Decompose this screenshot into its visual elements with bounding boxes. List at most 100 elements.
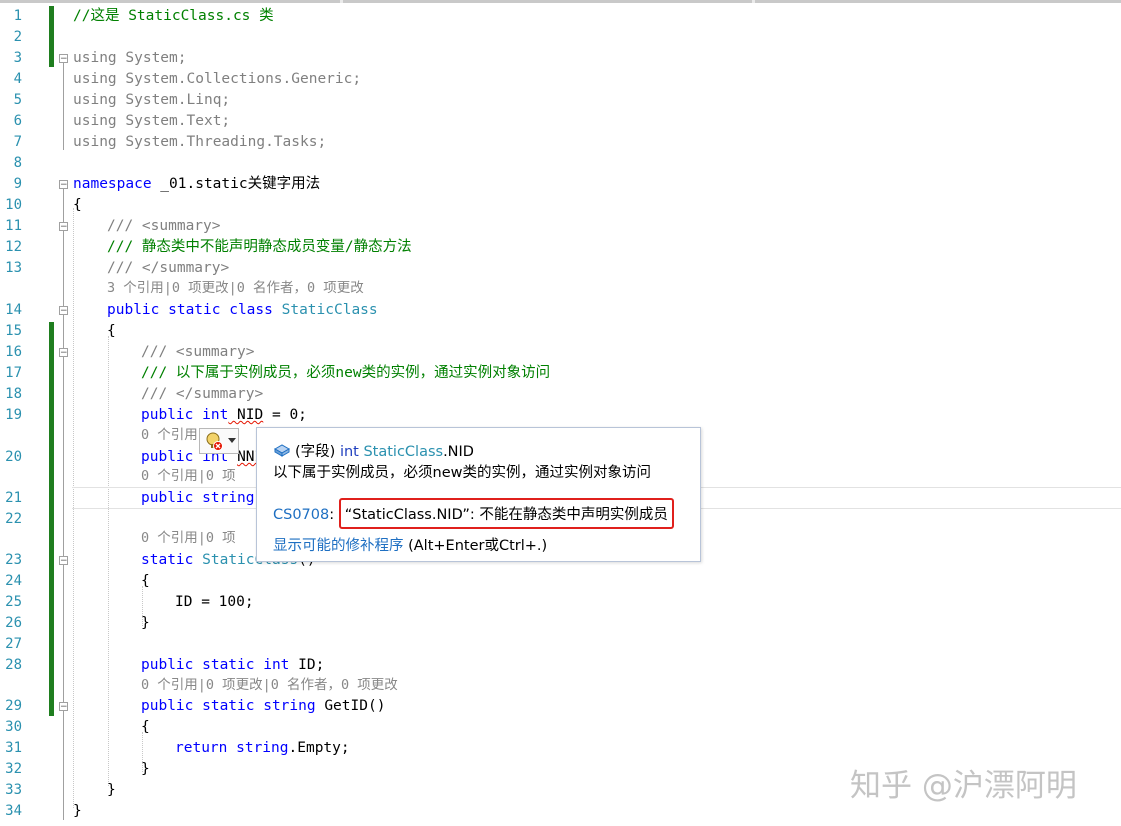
line-number: 19 [5,407,22,423]
collapse-toggle[interactable]: − [59,702,68,712]
code-line-25: ID = 100; [175,592,254,613]
line-number: 22 [5,511,22,527]
namespace-ref: System; [125,50,187,66]
line-number: 20 [5,449,22,465]
symbol-kind: (字段) [295,444,340,460]
keyword: int [202,407,229,423]
brace: { [141,573,150,589]
collapse-toggle[interactable]: − [59,556,68,566]
codelens-references[interactable]: 0 个引用|0 项 [141,466,236,487]
collapse-toggle[interactable]: − [59,180,68,190]
collapse-toggle[interactable]: − [59,54,68,64]
keyword: namespace [73,176,152,192]
brace: { [141,719,150,735]
keyword: using [73,71,117,87]
doc-comment: /// 静态类中不能声明静态成员变量/静态方法 [107,239,412,255]
outline-line [63,188,64,820]
class-name: StaticClass [363,444,444,460]
collapse-toggle[interactable]: − [59,222,68,232]
namespace-ref: System.Linq; [125,92,231,108]
code-text: = 0; [263,407,307,423]
line-number: 15 [5,323,22,339]
line-number: 4 [13,71,22,87]
namespace-ref: System.Text; [125,113,231,129]
keyword: public static int [141,657,299,673]
line-number: 9 [13,176,22,192]
keyword: public static class [107,302,282,318]
code-line-10: { [73,195,82,216]
member-name: .NID [443,444,474,460]
code-line-18: /// </summary> [141,384,263,405]
tab-strip-segment [343,0,752,3]
keyword: public [141,449,194,465]
line-number: 12 [5,239,22,255]
brace: } [141,761,150,777]
line-number: 25 [5,594,22,610]
line-number: 21 [5,490,22,506]
line-number: 30 [5,719,22,735]
code-line-5: using System.Linq; [73,90,230,111]
codelens-references[interactable]: 0 个引用|0 项更改|0 名作者，0 项更改 [141,675,398,696]
codelens-references[interactable]: 0 个引用 [141,425,198,446]
watermark: 知乎 @沪漂阿明 [850,768,1077,804]
tooltip-error: CS0708: “StaticClass.NID”: 不能在静态类中声明实例成员 [273,498,674,529]
change-indicator [49,322,54,716]
line-number: 17 [5,365,22,381]
keyword: using [73,113,117,129]
code-line-34: } [73,801,82,822]
line-number: 32 [5,761,22,777]
code-text: GetID() [324,698,386,714]
fix-shortcut: (Alt+Enter或Ctrl+.) [403,538,548,554]
error-separator: : [329,507,339,523]
namespace-name: _01.static关键字用法 [151,176,321,192]
line-number: 10 [5,197,22,213]
brace: } [141,615,150,631]
field-icon [273,444,291,457]
code-line-30: { [141,717,150,738]
show-fixes-link[interactable]: 显示可能的修补程序 [273,538,404,554]
keyword: public [141,490,194,506]
code-line-4: using System.Collections.Generic; [73,69,361,90]
line-number: 16 [5,344,22,360]
type-keyword: int [339,444,359,460]
error-code-link[interactable]: CS0708 [273,507,329,523]
line-number: 33 [5,782,22,798]
collapse-toggle[interactable]: − [59,348,68,358]
code-line-28: public static int ID; [141,655,324,676]
code-line-21: public string [141,488,255,509]
codelens-references[interactable]: 0 个引用|0 项 [141,528,236,549]
code-line-12: /// 静态类中不能声明静态成员变量/静态方法 [107,237,412,258]
line-number: 2 [13,29,22,45]
code-line-1: //这是 StaticClass.cs 类 [73,6,274,27]
tab-strip-segment [755,0,1121,3]
code-line-15: { [107,321,116,342]
brace: } [73,803,82,819]
line-number: 6 [13,113,22,129]
code-line-33: } [107,780,116,801]
doc-comment: /// <summary> [141,344,255,360]
keyword: return [175,740,228,756]
tab-strip [0,0,1121,3]
line-number: 11 [5,218,22,234]
codelens-references[interactable]: 3 个引用|0 项更改|0 名作者，0 项更改 [107,278,364,299]
line-number: 26 [5,615,22,631]
code-line-19: public int NID = 0; [141,405,307,426]
quick-actions-button[interactable] [199,428,239,454]
keyword: using [73,134,117,150]
code-line-11: /// <summary> [107,216,221,237]
keyword: using [73,50,117,66]
code-line-24: { [141,571,150,592]
code-line-17: /// 以下属于实例成员，必须new类的实例，通过实例对象访问 [141,363,550,384]
code-line-6: using System.Text; [73,111,230,132]
code-line-3: using System; [73,48,187,69]
code-editor[interactable]: 1 2 3 4 5 6 7 8 9 10 11 12 13 14 15 16 1… [0,4,1121,826]
line-number: 13 [5,260,22,276]
field-name-error[interactable]: NID [228,407,263,423]
line-number: 8 [13,155,22,171]
collapse-toggle[interactable]: − [59,306,68,316]
line-number: 27 [5,636,22,652]
brace: } [107,782,116,798]
keyword: public static string [141,698,325,714]
comment: //这是 StaticClass.cs 类 [73,8,274,24]
doc-comment: /// 以下属于实例成员，必须new类的实例，通过实例对象访问 [141,365,551,381]
